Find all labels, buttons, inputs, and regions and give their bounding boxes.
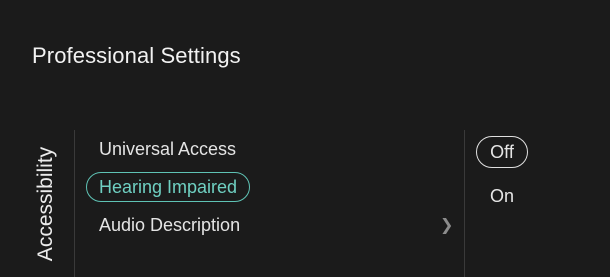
- tv-settings-screen: Professional Settings Accessibility Univ…: [0, 0, 610, 277]
- option-label: On: [489, 185, 514, 206]
- chevron-right-icon: ❯: [440, 217, 454, 234]
- menu-item-label: Universal Access: [99, 138, 237, 159]
- option-label: Off: [490, 141, 514, 162]
- menu-item-audio-description[interactable]: Audio Description: [86, 210, 253, 240]
- category-accessibility[interactable]: Accessibility: [20, 130, 72, 277]
- option-on[interactable]: On: [476, 180, 528, 212]
- menu-item-universal-access[interactable]: Universal Access: [86, 134, 249, 164]
- page-title: Professional Settings: [32, 43, 241, 68]
- option-off[interactable]: Off: [476, 136, 528, 168]
- menu-item-label: Audio Description: [99, 214, 241, 235]
- divider: [464, 130, 465, 277]
- menu-item-hearing-impaired[interactable]: Hearing Impaired: [86, 172, 251, 202]
- menu-item-label: Hearing Impaired: [99, 176, 238, 197]
- divider: [74, 130, 75, 277]
- category-label: Accessibility: [34, 146, 57, 261]
